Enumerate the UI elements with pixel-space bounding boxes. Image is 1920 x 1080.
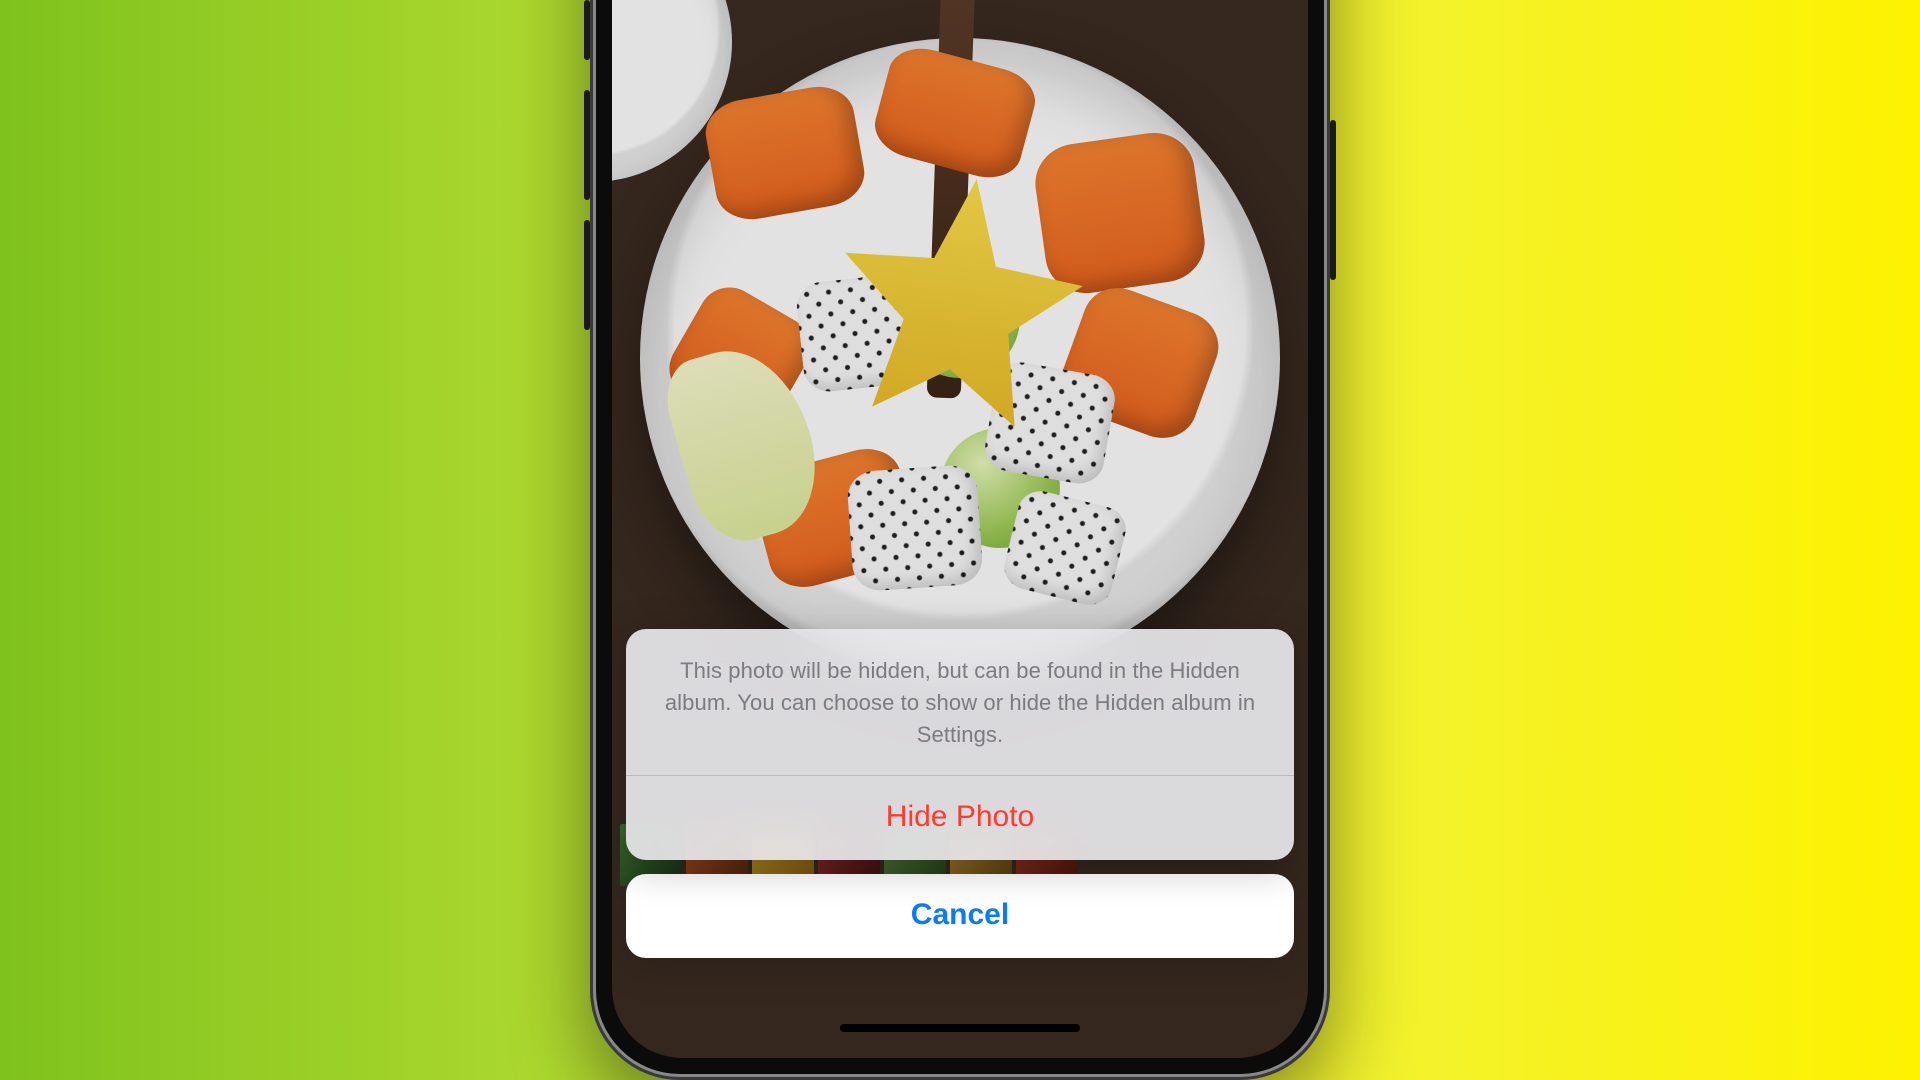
hide-photo-button[interactable]: Hide Photo bbox=[626, 776, 1294, 860]
volume-down-button bbox=[584, 220, 590, 330]
iphone-frame: This photo will be hidden, but can be fo… bbox=[590, 0, 1330, 1080]
mute-switch bbox=[584, 0, 590, 60]
action-sheet: This photo will be hidden, but can be fo… bbox=[626, 629, 1294, 958]
power-button bbox=[1330, 120, 1336, 280]
home-indicator[interactable] bbox=[840, 1024, 1080, 1032]
action-sheet-message: This photo will be hidden, but can be fo… bbox=[626, 629, 1294, 775]
volume-up-button bbox=[584, 90, 590, 200]
phone-screen: This photo will be hidden, but can be fo… bbox=[612, 0, 1308, 1058]
cancel-button[interactable]: Cancel bbox=[626, 874, 1294, 958]
